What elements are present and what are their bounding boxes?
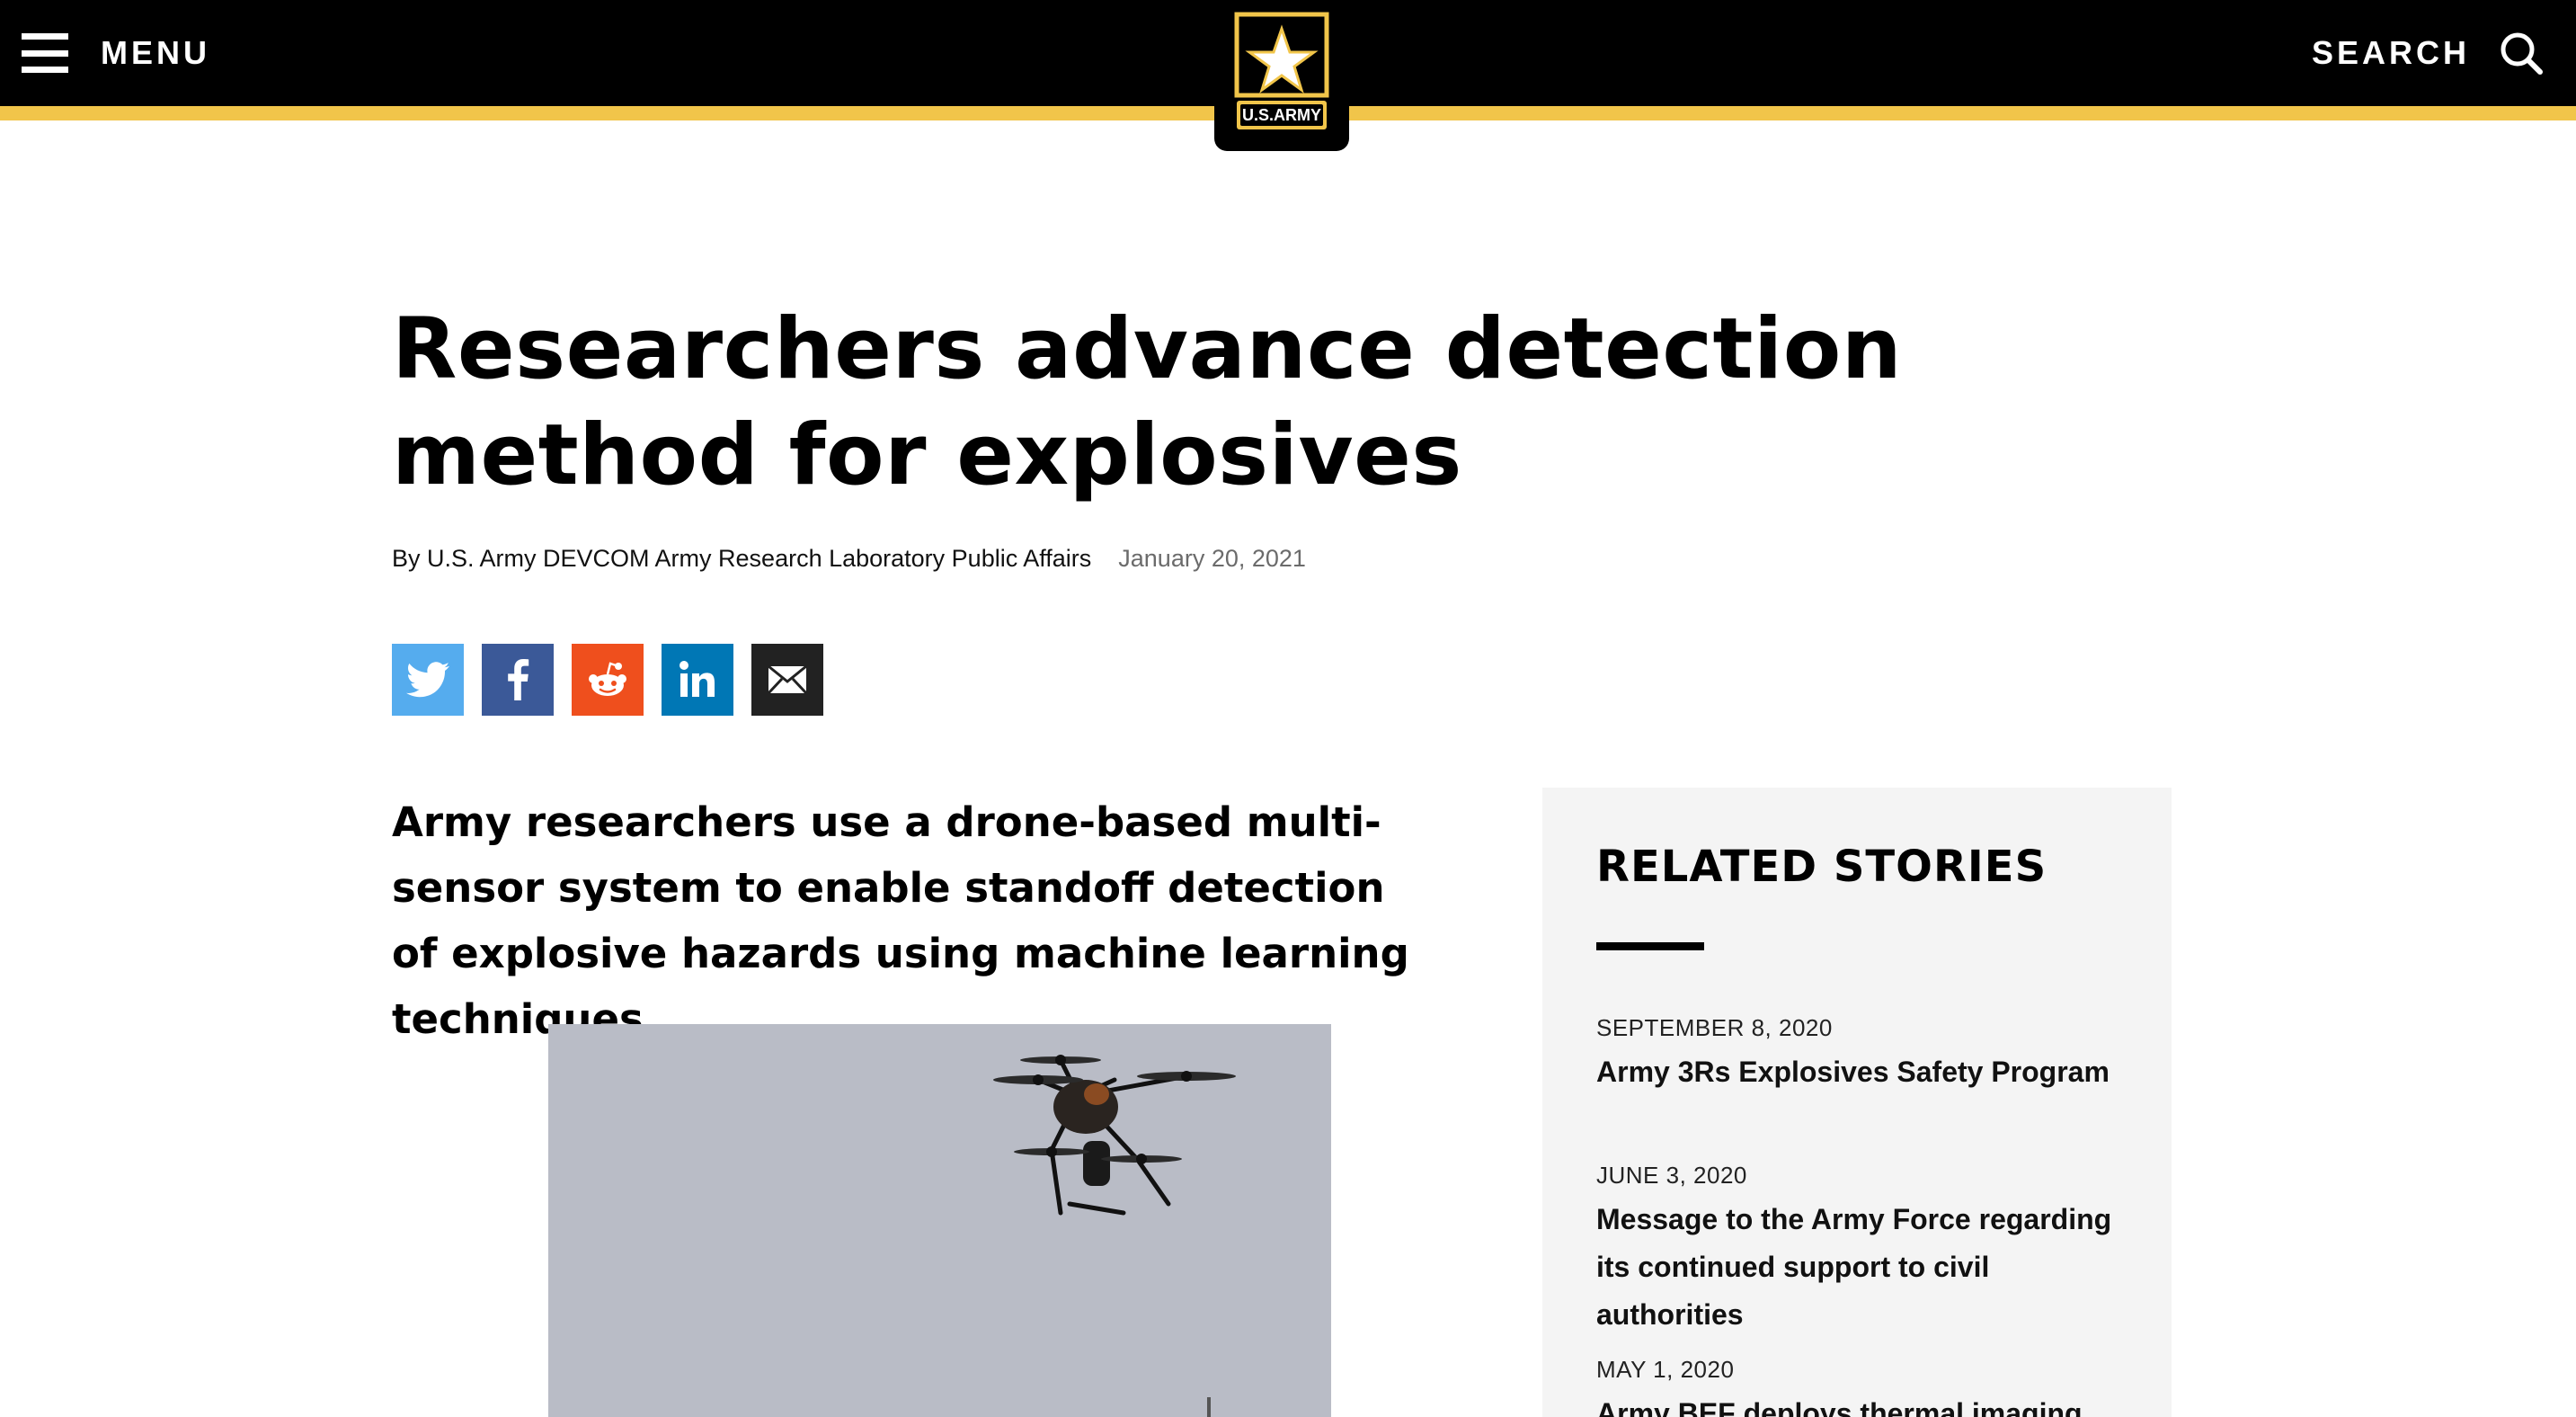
menu-label: MENU	[101, 34, 210, 71]
drone-icon	[548, 1024, 1331, 1417]
article-title: Researchers advance detection method for…	[392, 300, 1903, 504]
article-lead: Army researchers use a drone-based multi…	[392, 798, 1409, 1043]
related-story-date: MAY 1, 2020	[1596, 1356, 1735, 1383]
linkedin-icon	[680, 661, 715, 697]
related-divider	[1596, 942, 1704, 950]
menu-button[interactable]: MENU	[22, 27, 210, 79]
article-author: By U.S. Army DEVCOM Army Research Labora…	[392, 545, 1092, 572]
related-story-item[interactable]: JUNE 3, 2020 Message to the Army Force r…	[1596, 1160, 2136, 1339]
army-logo[interactable]: U.S.ARMY	[1214, 0, 1349, 151]
hamburger-icon	[22, 33, 68, 73]
share-twitter-button[interactable]	[392, 644, 464, 716]
army-star-logo-icon: U.S.ARMY	[1234, 12, 1329, 129]
related-story-item[interactable]: SEPTEMBER 8, 2020 Army 3Rs Explosives Sa…	[1596, 1012, 2136, 1096]
share-facebook-button[interactable]	[482, 644, 554, 716]
article-date: January 20, 2021	[1118, 545, 1306, 572]
related-story-title: Message to the Army Force regarding its …	[1596, 1203, 2112, 1331]
share-reddit-button[interactable]	[572, 644, 644, 716]
search-button[interactable]: SEARCH	[2312, 27, 2544, 79]
related-story-date: JUNE 3, 2020	[1596, 1162, 1747, 1189]
related-story-title: Army BEF deploys thermal imaging	[1596, 1397, 2083, 1417]
related-story-item[interactable]: MAY 1, 2020 Army BEF deploys thermal ima…	[1596, 1354, 2136, 1417]
related-story-date: SEPTEMBER 8, 2020	[1596, 1014, 1833, 1041]
share-linkedin-button[interactable]	[662, 644, 733, 716]
share-email-button[interactable]	[751, 644, 823, 716]
email-icon	[767, 664, 808, 695]
related-story-title: Army 3Rs Explosives Safety Program	[1596, 1056, 2110, 1088]
search-icon	[2500, 32, 2543, 75]
reddit-icon	[589, 662, 626, 696]
facebook-icon	[508, 659, 529, 700]
search-label: SEARCH	[2311, 34, 2470, 71]
article-photo-drone	[548, 1024, 1331, 1417]
twitter-icon	[406, 662, 449, 698]
article-byline: By U.S. Army DEVCOM Army Research Labora…	[392, 545, 1306, 573]
logo-text: U.S.ARMY	[1242, 106, 1321, 124]
share-buttons	[392, 644, 823, 716]
related-stories-title: RELATED STORIES	[1596, 842, 2047, 892]
related-stories: RELATED STORIES SEPTEMBER 8, 2020 Army 3…	[1542, 788, 2172, 1417]
